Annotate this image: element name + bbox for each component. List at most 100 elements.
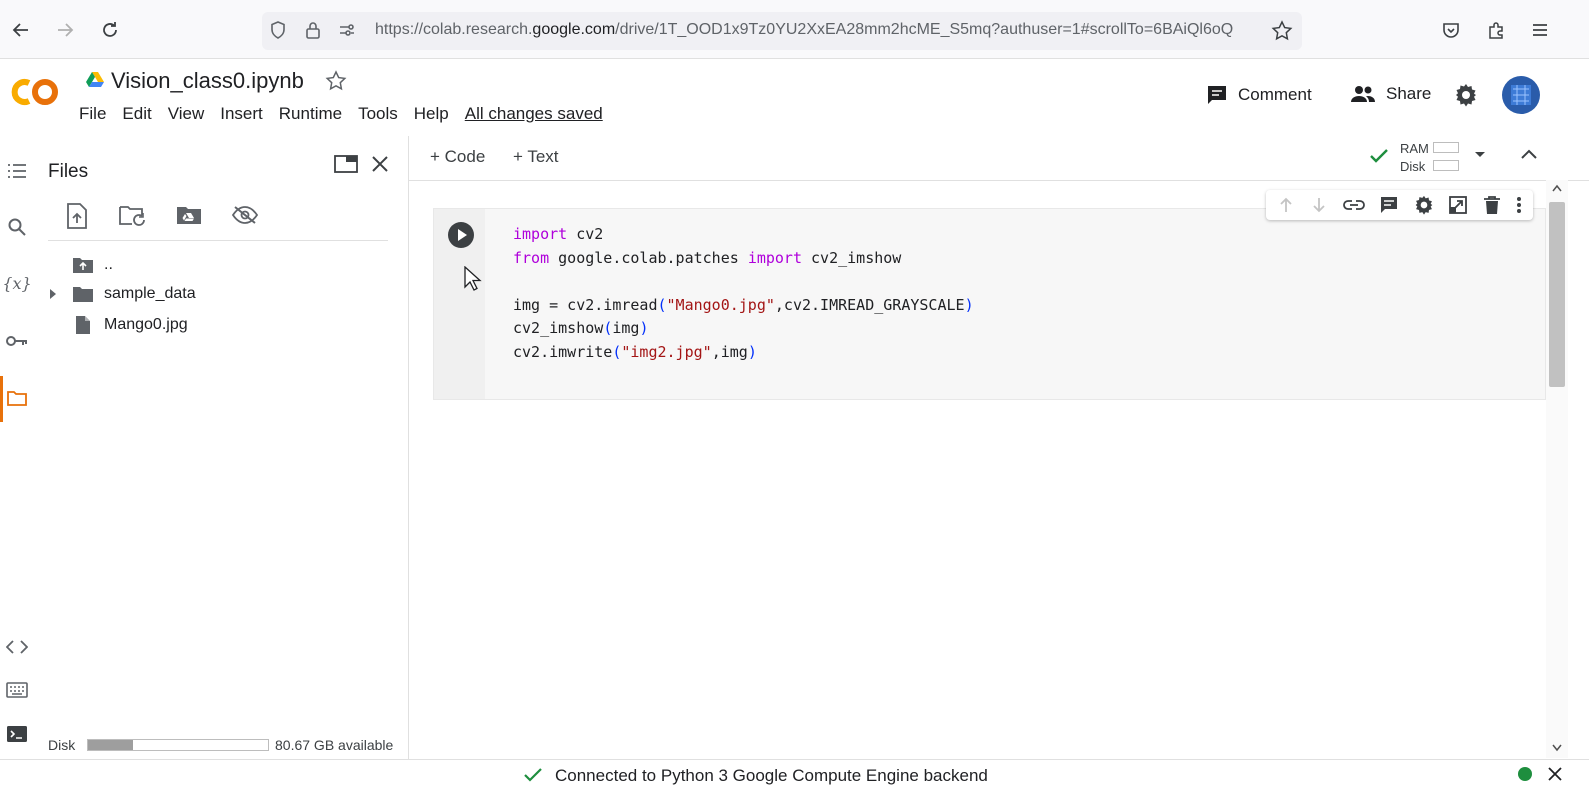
code-line: cv2.imwrite("img2.jpg",img) — [513, 342, 757, 361]
comment-icon — [1208, 86, 1226, 104]
files-panel-title: Files — [48, 161, 89, 182]
file-item-label: .. — [104, 256, 113, 273]
active-rail-indicator — [0, 376, 3, 422]
close-status-icon[interactable] — [1548, 767, 1562, 781]
menu-file[interactable]: File — [79, 104, 106, 124]
move-down-icon[interactable] — [1310, 196, 1328, 214]
back-icon[interactable] — [8, 17, 34, 43]
code-line: import cv2 — [513, 225, 604, 243]
expand-arrow-icon[interactable] — [48, 288, 58, 300]
refresh-folder-icon[interactable] — [118, 204, 148, 228]
file-item-label: sample_data — [104, 285, 196, 302]
forward-icon[interactable] — [52, 17, 78, 43]
command-palette-icon[interactable] — [4, 677, 30, 703]
disk-label: Disk — [1400, 159, 1426, 174]
add-text-button[interactable]: + Text — [513, 147, 559, 167]
menu-help[interactable]: Help — [414, 104, 449, 124]
code-editor[interactable]: import cv2 from google.colab.patches impo… — [513, 223, 974, 364]
code-snippets-icon[interactable] — [4, 634, 30, 660]
file-item-folder[interactable]: sample_data — [72, 285, 196, 303]
disk-usage-bar — [87, 739, 269, 751]
share-label: Share — [1386, 84, 1432, 103]
file-item-parent[interactable]: .. — [72, 256, 113, 274]
menu-edit[interactable]: Edit — [122, 104, 151, 124]
close-panel-icon[interactable] — [370, 154, 390, 174]
runtime-dropdown-icon[interactable] — [1474, 151, 1486, 159]
parent-folder-icon — [73, 258, 93, 273]
save-status-link[interactable]: All changes saved — [465, 104, 603, 124]
collapse-header-icon[interactable] — [1520, 148, 1538, 160]
run-cell-button[interactable] — [447, 221, 475, 249]
url-domain: google.com — [532, 21, 616, 38]
disk-label: Disk — [48, 737, 76, 753]
star-notebook-icon[interactable] — [325, 70, 347, 92]
scroll-down-arrow-icon[interactable] — [1552, 744, 1562, 752]
table-of-contents-icon[interactable] — [4, 158, 30, 184]
comment-icon[interactable] — [1379, 195, 1399, 215]
site-permissions-icon[interactable] — [337, 20, 357, 40]
code-line: from google.colab.patches import cv2_ims… — [513, 248, 902, 267]
ram-usage-bar — [1433, 142, 1459, 153]
menu-tools[interactable]: Tools — [358, 104, 398, 124]
ram-label: RAM — [1400, 141, 1429, 156]
tracking-protection-icon[interactable] — [268, 20, 288, 40]
notebook-scrollbar[interactable] — [1546, 180, 1568, 758]
more-icon[interactable] — [1516, 196, 1522, 214]
menu-view[interactable]: View — [168, 104, 205, 124]
notebook-title[interactable]: Vision_class0.ipynb — [111, 68, 304, 94]
code-line: cv2_imshow(img) — [513, 319, 649, 337]
scroll-thumb[interactable] — [1549, 202, 1565, 387]
mount-drive-icon[interactable] — [175, 204, 203, 226]
colab-logo[interactable] — [10, 76, 60, 108]
file-item-file[interactable]: Mango0.jpg — [72, 315, 188, 335]
menu-insert[interactable]: Insert — [220, 104, 263, 124]
search-icon[interactable] — [4, 214, 30, 240]
google-drive-icon — [85, 71, 105, 89]
secrets-key-icon[interactable] — [4, 328, 30, 354]
folder-icon[interactable] — [4, 385, 30, 411]
disk-usage-fill — [88, 740, 133, 750]
link-icon[interactable] — [1342, 198, 1365, 212]
reload-icon[interactable] — [97, 17, 123, 43]
play-icon — [448, 222, 474, 248]
add-text-label: Text — [527, 147, 559, 166]
code-line: img = cv2.imread("Mango0.jpg",cv2.IMREAD… — [513, 295, 974, 314]
url-path: /drive/1T_OOD1x9Tz0YU2XxEA28mm2hcME_S5mq… — [615, 21, 1234, 38]
url-prefix: https://colab.research. — [375, 21, 533, 38]
people-icon — [1351, 86, 1375, 102]
user-avatar[interactable] — [1501, 75, 1541, 115]
url-text[interactable]: https://colab.research.google.com/drive/… — [375, 21, 1255, 39]
browser-menu-icon[interactable] — [1530, 20, 1550, 40]
move-up-icon[interactable] — [1277, 196, 1295, 214]
upload-file-icon[interactable] — [66, 203, 88, 229]
settings-gear-icon[interactable] — [1454, 83, 1478, 107]
file-item-label: Mango0.jpg — [104, 316, 188, 333]
open-in-tab-icon[interactable] — [334, 154, 358, 174]
disk-usage-mini-bar — [1433, 160, 1459, 171]
comment-button[interactable]: Comment — [1206, 84, 1312, 106]
files-divider — [48, 240, 388, 241]
add-code-button[interactable]: + Code — [430, 147, 485, 167]
delete-icon[interactable] — [1483, 195, 1501, 215]
menu-runtime[interactable]: Runtime — [279, 104, 342, 124]
pocket-icon[interactable] — [1441, 20, 1461, 40]
file-icon — [76, 316, 90, 334]
terminal-icon[interactable] — [4, 721, 30, 747]
code-cell[interactable]: import cv2 from google.colab.patches impo… — [433, 208, 1546, 400]
share-button[interactable]: Share — [1350, 84, 1431, 104]
mirror-cell-icon[interactable] — [1448, 195, 1468, 215]
lock-icon[interactable] — [303, 20, 323, 40]
extensions-icon[interactable] — [1486, 20, 1506, 40]
bookmark-star-icon[interactable] — [1271, 20, 1293, 42]
status-text: Connected to Python 3 Google Compute Eng… — [555, 766, 988, 785]
connection-status-dot — [1518, 767, 1532, 781]
scroll-up-arrow-icon[interactable] — [1552, 184, 1562, 192]
variables-icon[interactable]: {𝑥} — [2, 270, 31, 296]
hide-files-icon[interactable] — [231, 205, 259, 225]
folder-icon — [73, 287, 93, 302]
plus-icon: + — [513, 147, 528, 166]
resource-monitor[interactable]: RAM Disk — [1400, 140, 1429, 176]
add-code-label: Code — [444, 147, 486, 166]
settings-icon[interactable] — [1414, 195, 1434, 215]
